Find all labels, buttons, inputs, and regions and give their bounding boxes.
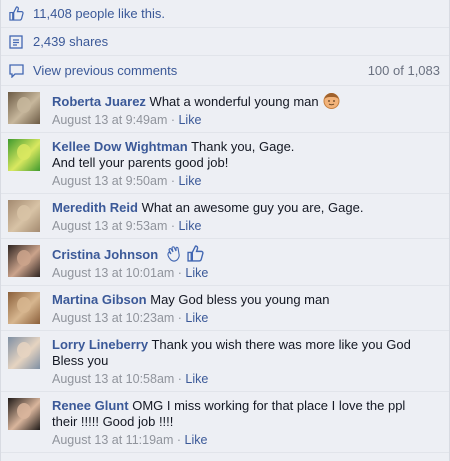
comment-content: Cristina Johnson August 13 at 10:01am · … <box>52 245 442 281</box>
likes-row[interactable]: 11,408 people like this. <box>1 0 449 28</box>
comment-text-continued: their !!!!! Good job !!!! <box>52 414 174 429</box>
comment-body: Renee Glunt OMG I miss working for that … <box>52 398 442 414</box>
avatar-green-logo[interactable] <box>8 139 40 171</box>
comment-content: Roberta Juarez What a wonderful young ma… <box>52 92 442 128</box>
avatar-two-people[interactable] <box>8 200 40 232</box>
avatar-face <box>17 97 31 113</box>
commenter-name-link[interactable]: Meredith Reid <box>52 200 138 215</box>
comment-meta: August 13 at 10:01am · Like <box>52 266 209 280</box>
comment-content: Kellee Dow Wightman Thank you, Gage. And … <box>52 139 442 189</box>
comment-item: Meredith Reid What an awesome guy you ar… <box>1 194 449 239</box>
comment-content: Martina Gibson May God bless you young m… <box>52 292 442 326</box>
like-comment-link[interactable]: Like <box>185 433 208 447</box>
comment-timestamp-link[interactable]: August 13 at 10:01am <box>52 266 174 280</box>
comment-body: Martina Gibson May God bless you young m… <box>52 292 442 308</box>
comment-list: Roberta Juarez What a wonderful young ma… <box>1 86 449 453</box>
shares-row[interactable]: 2,439 shares <box>1 28 449 56</box>
avatar-cat[interactable] <box>8 92 40 124</box>
commenter-name-link[interactable]: Cristina Johnson <box>52 247 158 262</box>
avatar-face <box>17 297 31 313</box>
avatar-couple[interactable] <box>8 337 40 369</box>
comment-text: Thank you wish there was more like you G… <box>151 337 411 352</box>
shares-count-link[interactable]: 2,439 shares <box>33 34 108 49</box>
commenter-name-link[interactable]: Roberta Juarez <box>52 94 146 109</box>
commenter-name-link[interactable]: Martina Gibson <box>52 292 147 307</box>
comment-meta: August 13 at 9:49am · Like <box>52 113 202 127</box>
comment-meta: August 13 at 9:53am · Like <box>52 219 202 233</box>
waving-hand-icon <box>166 245 183 262</box>
comment-timestamp-link[interactable]: August 13 at 10:58am <box>52 372 174 386</box>
avatar-woman[interactable] <box>8 245 40 277</box>
comment-bubble-icon <box>8 63 24 79</box>
avatar-face <box>17 144 31 160</box>
comment-text: OMG I miss working for that place I love… <box>132 398 406 413</box>
boy-face-emoji-icon <box>323 92 340 109</box>
thumbs-up-icon <box>8 6 24 22</box>
comment-timestamp-link[interactable]: August 13 at 10:23am <box>52 311 174 325</box>
commenter-name-link[interactable]: Lorry Lineberry <box>52 337 148 352</box>
comment-item: Lorry Lineberry Thank you wish there was… <box>1 331 449 392</box>
comment-meta: August 13 at 10:58am · Like <box>52 372 209 386</box>
comment-item: Renee Glunt OMG I miss working for that … <box>1 392 449 453</box>
comment-item: Kellee Dow Wightman Thank you, Gage. And … <box>1 133 449 194</box>
comment-item: Martina Gibson May God bless you young m… <box>1 286 449 331</box>
comment-body: Meredith Reid What an awesome guy you ar… <box>52 200 442 216</box>
comment-timestamp-link[interactable]: August 13 at 11:19am <box>52 433 173 447</box>
avatar-dog[interactable] <box>8 292 40 324</box>
likes-count-link[interactable]: 11,408 people like this. <box>33 6 165 21</box>
thumbs-up-emoji-icon <box>187 245 204 262</box>
share-icon <box>8 34 24 50</box>
comment-text-continued: And tell your parents good job! <box>52 155 229 170</box>
avatar-face <box>17 342 31 358</box>
like-comment-link[interactable]: Like <box>178 219 201 233</box>
comment-text: What an awesome guy you are, Gage. <box>141 200 364 215</box>
comment-content: Meredith Reid What an awesome guy you ar… <box>52 200 442 234</box>
comment-text: What a wonderful young man <box>149 94 319 109</box>
comment-text: May God bless you young man <box>150 292 330 307</box>
view-previous-comments-link[interactable]: View previous comments <box>33 63 177 78</box>
comment-body: Kellee Dow Wightman Thank you, Gage. <box>52 139 442 155</box>
avatar-face <box>17 250 31 266</box>
like-comment-link[interactable]: Like <box>185 372 208 386</box>
like-comment-link[interactable]: Like <box>178 113 201 127</box>
commenter-name-link[interactable]: Renee Glunt <box>52 398 129 413</box>
comment-timestamp-link[interactable]: August 13 at 9:53am <box>52 219 167 233</box>
like-comment-link[interactable]: Like <box>185 311 208 325</box>
comment-meta: August 13 at 9:50am · Like <box>52 174 202 188</box>
comment-item: Cristina Johnson August 13 at 10:01am · … <box>1 239 449 286</box>
comment-body: Cristina Johnson <box>52 245 442 263</box>
comment-body: Lorry Lineberry Thank you wish there was… <box>52 337 442 353</box>
comment-text: Thank you, Gage. <box>191 139 295 154</box>
comment-timestamp-link[interactable]: August 13 at 9:49am <box>52 113 167 127</box>
comment-item: Roberta Juarez What a wonderful young ma… <box>1 86 449 133</box>
comment-timestamp-link[interactable]: August 13 at 9:50am <box>52 174 167 188</box>
comment-text-continued: Bless you <box>52 353 109 368</box>
avatar-face <box>17 403 31 419</box>
avatar-woman-dark[interactable] <box>8 398 40 430</box>
avatar-face <box>17 205 31 221</box>
comment-content: Renee Glunt OMG I miss working for that … <box>52 398 442 448</box>
view-previous-row[interactable]: View previous comments 100 of 1,083 <box>1 56 449 86</box>
comment-content: Lorry Lineberry Thank you wish there was… <box>52 337 442 387</box>
comment-count: 100 of 1,083 <box>367 63 440 78</box>
comment-body: Roberta Juarez What a wonderful young ma… <box>52 92 442 110</box>
like-comment-link[interactable]: Like <box>178 174 201 188</box>
like-comment-link[interactable]: Like <box>185 266 208 280</box>
commenter-name-link[interactable]: Kellee Dow Wightman <box>52 139 188 154</box>
comment-meta: August 13 at 10:23am · Like <box>52 311 209 325</box>
comment-meta: August 13 at 11:19am · Like <box>52 433 208 447</box>
comments-panel: 11,408 people like this. 2,439 shares Vi… <box>0 0 450 461</box>
